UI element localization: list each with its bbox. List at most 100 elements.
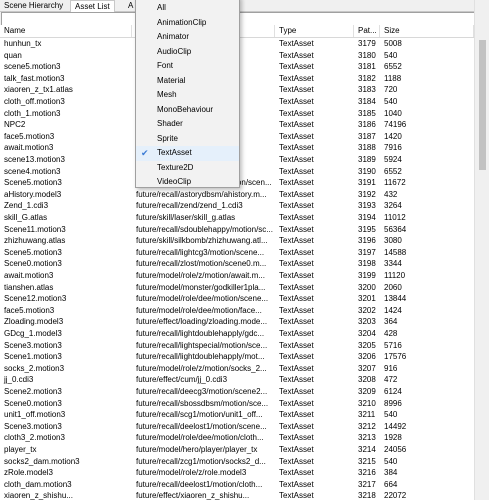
table-row[interactable]: jj_0.cdi3 future/effect/cum/jj_0.cdi3 Text… [0,374,474,386]
table-row[interactable]: await.motion3 future/model/role/z/motion/… [0,270,474,282]
cell-name: socks2_dam.motion3 [4,456,80,466]
cell-size: 1040 [384,108,402,118]
tab-scene-hierarchy[interactable]: Scene Hierarchy [0,0,67,11]
cell-name: zhizhuwang.atlas [4,236,66,246]
cell-type: TextAsset [279,50,314,60]
cell-path-id: 3190 [358,166,376,176]
cell-name: cloth_off.motion3 [4,97,65,106]
table-row[interactable]: cloth_dam.motion3 future/recall/deelost1/… [0,479,474,491]
table-row[interactable]: Scene2.motion3 future/recall/deecg3/motio… [0,386,474,398]
cell-size: 1420 [384,131,402,141]
table-row[interactable]: Scene0.motion3 future/recall/zlost/motion… [0,258,474,270]
cell-size: 428 [384,329,398,338]
table-row[interactable]: socks_2.motion3 future/model/role/z/motio… [0,363,474,375]
cell-path-id: 3188 [358,143,376,153]
cell-name: aHistory.model3 [4,189,62,199]
table-row[interactable]: Scene12.motion3 future/model/role/dee/mot… [0,293,474,305]
cell-size: 7916 [384,143,402,153]
menu-item-texture2d[interactable]: Texture2D [136,161,239,176]
table-row[interactable]: GDcg_1.model3 future/recall/lightdoubleha… [0,328,474,340]
cell-path: future/recall/lightdoublehapply/gdc... [136,329,265,338]
menu-item-sprite[interactable]: Sprite [136,132,239,147]
menu-item-videoclip[interactable]: VideoClip [136,175,239,190]
cell-type: TextAsset [279,178,314,188]
menu-item-font[interactable]: Font [136,59,239,74]
table-row[interactable]: Scene0.motion3 future/recall/sbossdbsm/mo… [0,398,474,410]
vertical-scrollbar[interactable] [474,0,489,500]
table-row[interactable]: socks2_dam.motion3 future/recall/zcg1/mot… [0,456,474,468]
table-row[interactable]: Scene3.motion3 future/recall/deelost1/mot… [0,421,474,433]
tab-bar: Scene Hierarchy Asset List A P [0,0,489,12]
cell-path-id: 3202 [358,305,376,315]
cell-type: TextAsset [279,352,314,362]
cell-path-id: 3191 [358,178,376,188]
cell-size: 24056 [384,445,407,454]
table-row[interactable]: Zloading.model3 future/effect/loading/zlo… [0,316,474,328]
cell-path-id: 3211 [358,410,376,420]
cell-type: TextAsset [279,62,314,72]
cell-type: TextAsset [279,329,314,338]
table-row[interactable]: face5.motion3 future/model/role/dee/motio… [0,305,474,317]
cell-path-id: 3180 [358,50,376,60]
column-header-type[interactable]: Type [275,25,354,37]
column-header-name[interactable]: Name [0,25,132,37]
cell-path: future/recall/deelost1/motion/scene... [136,421,267,431]
table-row[interactable]: tianshen.atlas future/model/monster/godki… [0,282,474,294]
table-row[interactable]: Scene11.motion3 future/recall/sdoublehapp… [0,224,474,236]
menu-item-label: MonoBehaviour [157,104,214,114]
menu-item-material[interactable]: Material [136,74,239,89]
table-row[interactable]: cloth3_2.motion3 future/model/role/dee/mo… [0,432,474,444]
cell-type: TextAsset [279,294,314,304]
cell-path-id: 3189 [358,155,376,164]
menu-item-all[interactable]: All [136,1,239,16]
cell-type: TextAsset [279,85,314,95]
table-row[interactable]: zhizhuwang.atlas future/skill/silkbomb/zh… [0,235,474,247]
menu-item-animator[interactable]: Animator [136,30,239,45]
menu-item-label: Material [157,75,186,85]
tab-asset-list[interactable]: Asset List [70,0,115,12]
type-filter-dropdown: All AnimationClip Animator AudioClip Font Mat… [135,0,240,188]
cell-path-id: 3205 [358,340,376,350]
cell-name: scene13.motion3 [4,155,65,164]
cell-name: cloth3_2.motion3 [4,433,65,443]
cell-name: GDcg_1.model3 [4,329,62,338]
table-row[interactable]: skill_G.atlas future/skill/laser/skill_g.… [0,212,474,224]
table-row[interactable]: Zend_1.cdi3 future/recall/zend/zend_1.cdi… [0,200,474,212]
cell-name: Scene5.motion3 [4,247,62,257]
table-row[interactable]: xiaoren_z_shishu... future/effect/xiaoren… [0,490,474,500]
cell-size: 3344 [384,259,402,269]
table-row[interactable]: Scene5.motion3 future/recall/lightcg3/mot… [0,247,474,259]
menu-item-monobehaviour[interactable]: MonoBehaviour [136,103,239,118]
table-row[interactable]: aHistory.model3 future/recall/astorydbsm/… [0,189,474,201]
cell-path-id: 3207 [358,363,376,373]
cell-size: 540 [384,50,398,60]
column-header-size[interactable]: Size [380,25,474,37]
cell-path-id: 3184 [358,97,376,106]
menu-item-animationclip[interactable]: AnimationClip [136,16,239,31]
cell-size: 384 [384,468,398,478]
cell-name: face5.motion3 [4,305,55,315]
cell-name: skill_G.atlas [4,213,48,222]
cell-size: 13844 [384,294,407,304]
cell-path-id: 3193 [358,201,376,211]
cell-size: 2060 [384,282,402,292]
menu-item-textasset[interactable]: ✔ TextAsset [136,146,239,161]
table-row[interactable]: Scene1.motion3 future/recall/lightdoubleh… [0,351,474,363]
cell-name: Zloading.model3 [4,317,64,327]
menu-item-audioclip[interactable]: AudioClip [136,45,239,60]
column-header-path-id[interactable]: Pat... [354,25,380,37]
cell-size: 3080 [384,236,402,246]
cell-path: future/model/role/dee/motion/scene... [136,294,269,304]
cell-path-id: 3214 [358,445,376,454]
cell-path: future/effect/cum/jj_0.cdi3 [136,375,228,385]
table-row[interactable]: Scene3.motion3 future/recall/lightspecial… [0,340,474,352]
menu-item-shader[interactable]: Shader [136,117,239,132]
table-row[interactable]: player_tx future/model/hero/player/player… [0,444,474,456]
cell-type: TextAsset [279,97,314,106]
cell-size: 17576 [384,352,407,362]
table-row[interactable]: zRole.model3 future/model/role/z/role.mod… [0,467,474,479]
cell-name: face5.motion3 [4,131,55,141]
scrollbar-thumb[interactable] [479,40,486,170]
menu-item-mesh[interactable]: Mesh [136,88,239,103]
table-row[interactable]: unit1_off.motion3 future/recall/scg1/moti… [0,409,474,421]
